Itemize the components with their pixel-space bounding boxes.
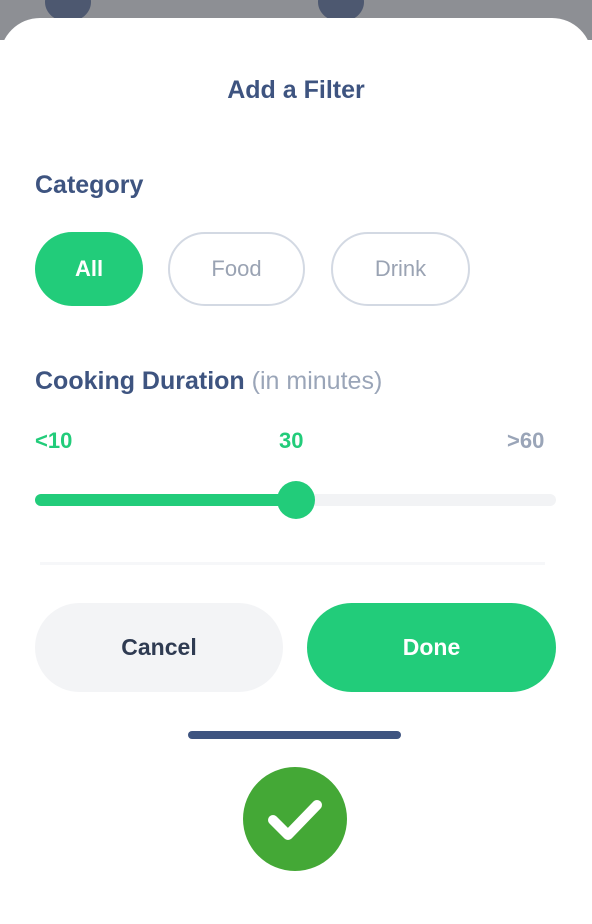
duration-max-label: >60 [507,428,545,453]
cooking-duration-unit: (in minutes) [251,367,383,395]
cooking-duration-label: Cooking Duration (in minutes) [35,367,382,396]
cooking-duration-title: Cooking Duration [35,367,245,395]
duration-min-label: <10 [35,428,73,453]
duration-slider-fill [35,494,296,506]
divider [40,562,545,565]
cancel-button[interactable]: Cancel [35,603,283,692]
sheet-title: Add a Filter [227,76,365,104]
category-chip-food[interactable]: Food [168,232,305,306]
checkmark-icon [243,767,347,871]
category-label: Category [35,171,144,199]
done-button[interactable]: Done [307,603,556,692]
duration-current-value: 30 [279,428,304,453]
duration-slider-thumb[interactable] [276,481,315,519]
category-chip-drink[interactable]: Drink [331,232,470,306]
category-chip-all[interactable]: All [35,232,143,306]
home-indicator [188,731,401,739]
duration-slider[interactable] [35,481,556,519]
